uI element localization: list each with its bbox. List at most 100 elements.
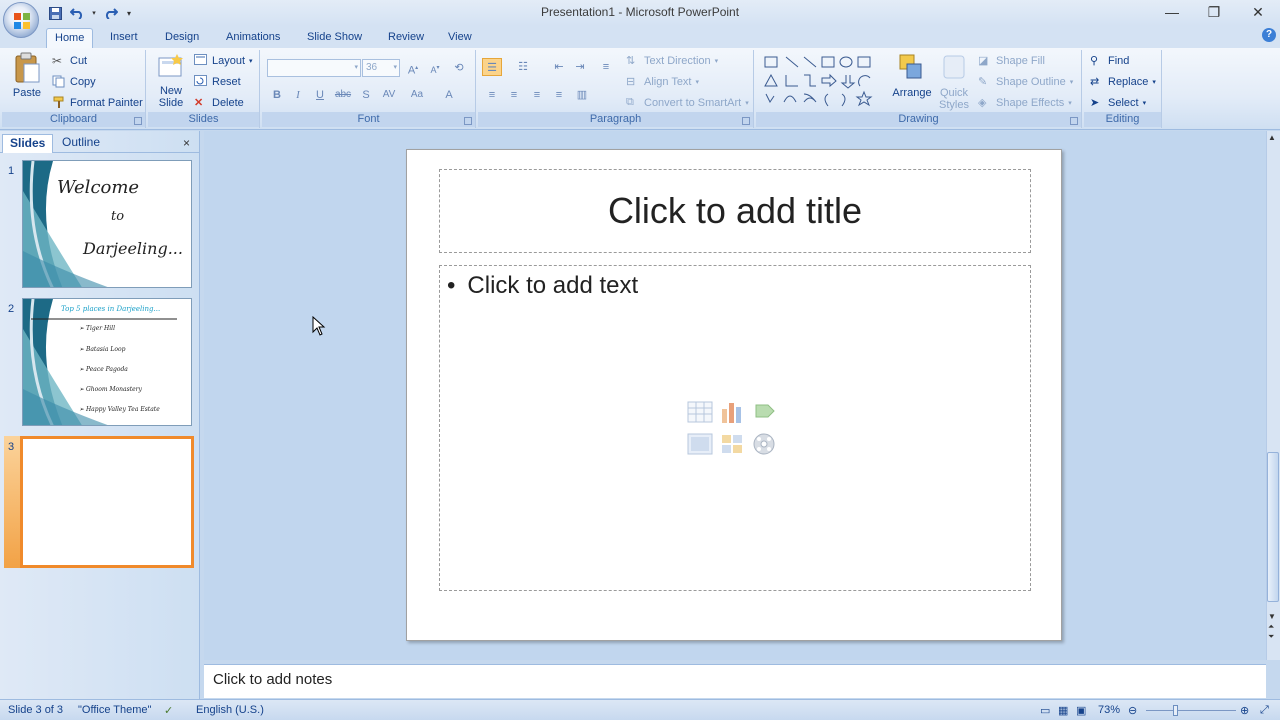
notes-pane[interactable]: Click to add notes	[204, 664, 1266, 698]
insert-smartart-icon[interactable]	[750, 399, 778, 425]
insert-chart-icon[interactable]	[718, 399, 746, 425]
format-painter-button[interactable]: Format Painter	[52, 96, 143, 110]
grow-font-icon[interactable]: A▴	[404, 59, 422, 77]
scroll-down-icon[interactable]: ▼	[1268, 612, 1276, 621]
normal-view-icon[interactable]: ▭	[1040, 704, 1050, 717]
close-icon[interactable]: ✕	[1236, 0, 1280, 24]
paste-button[interactable]: Paste	[8, 52, 46, 99]
zoom-in-icon[interactable]: ⊕	[1240, 704, 1249, 717]
bold-icon[interactable]: B	[268, 86, 286, 104]
italic-icon[interactable]: I	[289, 86, 307, 104]
shrink-font-icon[interactable]: A▾	[426, 59, 444, 77]
cut-button[interactable]: ✂ Cut	[52, 54, 87, 68]
slide-thumbnail-2[interactable]: Top 5 places in Darjeeling... ➢ Tiger Hi…	[22, 298, 192, 426]
insert-picture-icon[interactable]	[686, 431, 714, 457]
bullets-icon[interactable]: ☰	[482, 58, 502, 76]
insert-clip-art-icon[interactable]	[718, 431, 746, 457]
change-case-icon[interactable]: Aa	[408, 86, 426, 104]
delete-button[interactable]: ✕ Delete	[194, 96, 244, 110]
underline-icon[interactable]: U	[311, 86, 329, 104]
align-center-icon[interactable]: ≡	[505, 86, 523, 104]
font-launcher-icon[interactable]	[464, 117, 472, 125]
title-placeholder[interactable]: Click to add title	[439, 169, 1031, 253]
slide-show-view-icon[interactable]: ▣	[1076, 704, 1086, 717]
restore-icon[interactable]: ❐	[1192, 0, 1236, 24]
scroll-up-icon[interactable]: ▲	[1268, 133, 1276, 142]
shape-effects-label: Shape Effects	[996, 97, 1065, 109]
select-button[interactable]: ➤ Select ▾	[1090, 96, 1146, 110]
font-size-value: 36	[366, 62, 378, 73]
help-icon[interactable]: ?	[1262, 28, 1276, 42]
zoom-out-icon[interactable]: ⊖	[1128, 704, 1137, 717]
slide-thumbnail-3[interactable]	[20, 436, 194, 568]
insert-media-icon[interactable]	[750, 431, 778, 457]
clear-formatting-icon[interactable]: ⟲	[450, 59, 468, 77]
text-direction-button[interactable]: ⇅ Text Direction ▾	[626, 54, 718, 68]
strikethrough-icon[interactable]: abc	[334, 86, 352, 104]
shadow-icon[interactable]: S	[357, 86, 375, 104]
line-spacing-icon[interactable]: ≡	[597, 58, 615, 76]
paste-icon	[15, 52, 40, 83]
insert-table-icon[interactable]	[686, 399, 714, 425]
slide-2-item-text: Peace Pagoda	[85, 366, 128, 373]
align-right-icon[interactable]: ≡	[528, 86, 546, 104]
slide-number: 3	[8, 441, 15, 453]
shape-fill-button[interactable]: ◪ Shape Fill	[978, 54, 1045, 68]
fit-to-window-icon[interactable]: ⤢	[1260, 704, 1269, 717]
font-size-combo[interactable]: 36 ▾	[362, 59, 400, 77]
office-button[interactable]	[3, 2, 39, 38]
arrange-button[interactable]: Arrange	[892, 52, 932, 99]
previous-slide-icon[interactable]: ⏶	[1268, 622, 1274, 632]
find-button[interactable]: ⚲ Find	[1090, 54, 1129, 68]
justify-icon[interactable]: ≡	[550, 86, 568, 104]
align-left-icon[interactable]: ≡	[483, 86, 501, 104]
increase-indent-icon[interactable]: ⇥	[571, 58, 589, 76]
convert-smartart-button[interactable]: ⧉ Convert to SmartArt ▾	[626, 96, 749, 110]
font-group-label: Font	[262, 112, 475, 127]
pane-close-icon[interactable]: ×	[183, 136, 190, 150]
new-slide-button[interactable]: New Slide	[154, 52, 188, 109]
replace-button[interactable]: ⇄ Replace ▾	[1090, 75, 1156, 89]
paragraph-launcher-icon[interactable]	[742, 117, 750, 125]
columns-icon[interactable]: ▥	[573, 86, 591, 104]
align-text-button[interactable]: ⊟ Align Text ▾	[626, 75, 699, 89]
copy-button[interactable]: Copy	[52, 75, 96, 89]
shape-effects-button[interactable]: ◈ Shape Effects ▾	[978, 96, 1072, 110]
tab-insert[interactable]: Insert	[102, 28, 146, 48]
next-slide-icon[interactable]: ⏷	[1268, 632, 1274, 642]
font-color-icon[interactable]: A	[440, 86, 458, 104]
layout-button[interactable]: Layout ▾	[194, 54, 253, 68]
scrollbar-thumb[interactable]	[1267, 452, 1279, 602]
clipboard-launcher-icon[interactable]	[134, 117, 142, 125]
slide-2-item-text: Ghoom Monastery	[85, 386, 142, 393]
zoom-slider-thumb[interactable]	[1173, 705, 1178, 716]
shape-effects-dropdown-icon: ▾	[1068, 100, 1072, 107]
minimize-icon[interactable]: —	[1150, 0, 1194, 24]
reset-button[interactable]: Reset	[194, 75, 241, 89]
shapes-gallery[interactable]	[762, 54, 886, 110]
character-spacing-icon[interactable]: AV	[380, 86, 398, 104]
tab-animations[interactable]: Animations	[218, 28, 288, 48]
cut-label: Cut	[70, 55, 88, 67]
spell-check-icon[interactable]: ✓	[164, 704, 173, 717]
layout-icon	[194, 54, 208, 68]
tab-home[interactable]: Home	[46, 28, 94, 48]
tab-review[interactable]: Review	[380, 28, 432, 48]
drawing-launcher-icon[interactable]	[1070, 117, 1078, 125]
zoom-level[interactable]: 73%	[1098, 704, 1120, 716]
quick-styles-icon	[943, 55, 965, 79]
tab-slide-show[interactable]: Slide Show	[299, 28, 370, 48]
tab-outline[interactable]: Outline	[55, 134, 107, 153]
quick-styles-button[interactable]: Quick Styles	[936, 52, 972, 111]
font-name-combo[interactable]: ▾	[267, 59, 361, 77]
tab-view[interactable]: View	[440, 28, 480, 48]
slide-sorter-icon[interactable]: ▦	[1058, 704, 1068, 717]
tab-design[interactable]: Design	[157, 28, 207, 48]
shape-outline-button[interactable]: ✎ Shape Outline ▾	[978, 75, 1073, 89]
slide-thumbnail-1[interactable]: Welcome to Darjeeling...	[22, 160, 192, 288]
zoom-slider[interactable]	[1146, 710, 1236, 711]
numbering-icon[interactable]: ☷	[514, 58, 532, 76]
tab-slides[interactable]: Slides	[2, 134, 54, 153]
decrease-indent-icon[interactable]: ⇤	[550, 58, 568, 76]
shape-effects-icon: ◈	[978, 97, 987, 109]
